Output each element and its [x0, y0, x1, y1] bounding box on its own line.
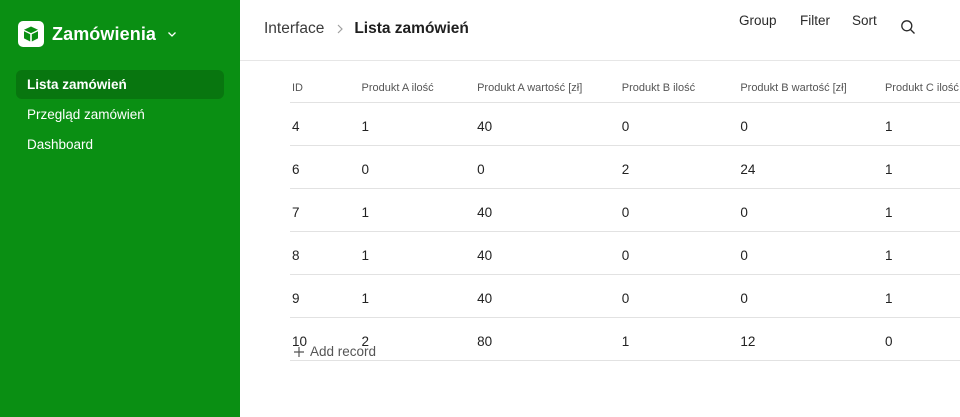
table-cell: 1 — [361, 231, 478, 275]
table-cell: 0 — [621, 231, 741, 275]
table-cell: 1 — [884, 188, 960, 232]
column-header-produkt-b-wartosc[interactable]: Produkt B wartość [zł] — [740, 74, 885, 103]
table-row[interactable]: 9 1 40 0 0 1 — [290, 274, 960, 318]
column-header-produkt-c-ilosc[interactable]: Produkt C ilość — [884, 74, 960, 103]
topbar: Interface Lista zamówień Group Filter So… — [240, 0, 960, 61]
table-cell: 8 — [290, 231, 362, 275]
table-cell: 0 — [740, 102, 885, 146]
table-cell: 0 — [621, 274, 741, 318]
chevron-down-icon — [168, 32, 176, 37]
table-cell: 12 — [740, 317, 885, 361]
column-header-id[interactable]: ID — [290, 74, 362, 103]
app-switcher[interactable]: Zamówienia — [14, 19, 184, 49]
main-content: Interface Lista zamówień Group Filter So… — [240, 0, 960, 417]
sidebar-item-dashboard[interactable]: Dashboard — [16, 130, 224, 159]
table-cell: 6 — [290, 145, 362, 189]
column-header-produkt-b-ilosc[interactable]: Produkt B ilość — [621, 74, 741, 103]
add-record-button[interactable]: Add record — [293, 344, 376, 359]
add-record-label: Add record — [310, 344, 377, 359]
table-cell: 1 — [361, 102, 478, 146]
table-cell: 40 — [477, 102, 622, 146]
app-name: Zamówienia — [52, 23, 157, 44]
column-header-produkt-a-wartosc[interactable]: Produkt A wartość [zł] — [477, 74, 622, 103]
table-cell: 0 — [477, 145, 622, 189]
records-table: ID Produkt A ilość Produkt A wartość [zł… — [290, 74, 960, 361]
table-cell: 1 — [884, 274, 960, 318]
table-cell: 40 — [477, 188, 622, 232]
table-row[interactable]: 7 1 40 0 0 1 — [290, 188, 960, 232]
table-cell: 80 — [477, 317, 622, 361]
sidebar-item-label: Przegląd zamówień — [27, 107, 145, 122]
sidebar-item-label: Dashboard — [27, 137, 94, 152]
group-button[interactable]: Group — [739, 13, 777, 28]
table-row[interactable]: 4 1 40 0 0 1 — [290, 102, 960, 146]
table-cell: 0 — [621, 188, 741, 232]
records-table-wrapper: ID Produkt A ilość Produkt A wartość [zł… — [290, 74, 960, 361]
filter-button[interactable]: Filter — [800, 13, 830, 28]
sort-button[interactable]: Sort — [852, 13, 877, 28]
table-row[interactable]: 8 1 40 0 0 1 — [290, 231, 960, 275]
table-cell: 1 — [621, 317, 741, 361]
plus-icon — [294, 346, 304, 357]
breadcrumb-root[interactable]: Interface — [264, 20, 324, 38]
table-cell: 0 — [884, 317, 960, 361]
column-header-produkt-a-ilosc[interactable]: Produkt A ilość — [361, 74, 478, 103]
table-cell: 2 — [361, 317, 478, 361]
breadcrumb: Interface Lista zamówień — [264, 20, 469, 38]
table-cell: 40 — [477, 231, 622, 275]
table-row[interactable]: 6 0 0 2 24 1 — [290, 145, 960, 189]
sidebar-item-label: Lista zamówień — [27, 77, 127, 92]
table-cell: 0 — [740, 274, 885, 318]
table-cell: 7 — [290, 188, 362, 232]
table-cell: 1 — [361, 188, 478, 232]
table-cell: 1 — [884, 145, 960, 189]
page-title: Lista zamówień — [354, 20, 469, 37]
sidebar: Zamówienia Lista zamówień Przegląd zamów… — [0, 0, 240, 417]
sidebar-item-przeglad-zamowien[interactable]: Przegląd zamówień — [16, 100, 224, 129]
table-row[interactable]: 10 2 80 1 12 0 — [290, 317, 960, 361]
chevron-right-icon — [337, 24, 344, 34]
table-cell: 0 — [361, 145, 478, 189]
table-cell: 9 — [290, 274, 362, 318]
table-cell: 4 — [290, 102, 362, 146]
table-cell: 0 — [740, 231, 885, 275]
table-cell: 1 — [361, 274, 478, 318]
search-icon[interactable] — [900, 19, 916, 35]
table-cell: 0 — [621, 102, 741, 146]
table-cell: 24 — [740, 145, 885, 189]
sidebar-nav: Lista zamówień Przegląd zamówień Dashboa… — [16, 70, 224, 160]
sidebar-item-lista-zamowien[interactable]: Lista zamówień — [16, 70, 224, 99]
table-cell: 1 — [884, 231, 960, 275]
table-cell: 40 — [477, 274, 622, 318]
table-cell: 2 — [621, 145, 741, 189]
table-cell: 0 — [740, 188, 885, 232]
table-cell: 1 — [884, 102, 960, 146]
table-header-row: ID Produkt A ilość Produkt A wartość [zł… — [290, 74, 960, 103]
cube-icon — [18, 21, 44, 47]
